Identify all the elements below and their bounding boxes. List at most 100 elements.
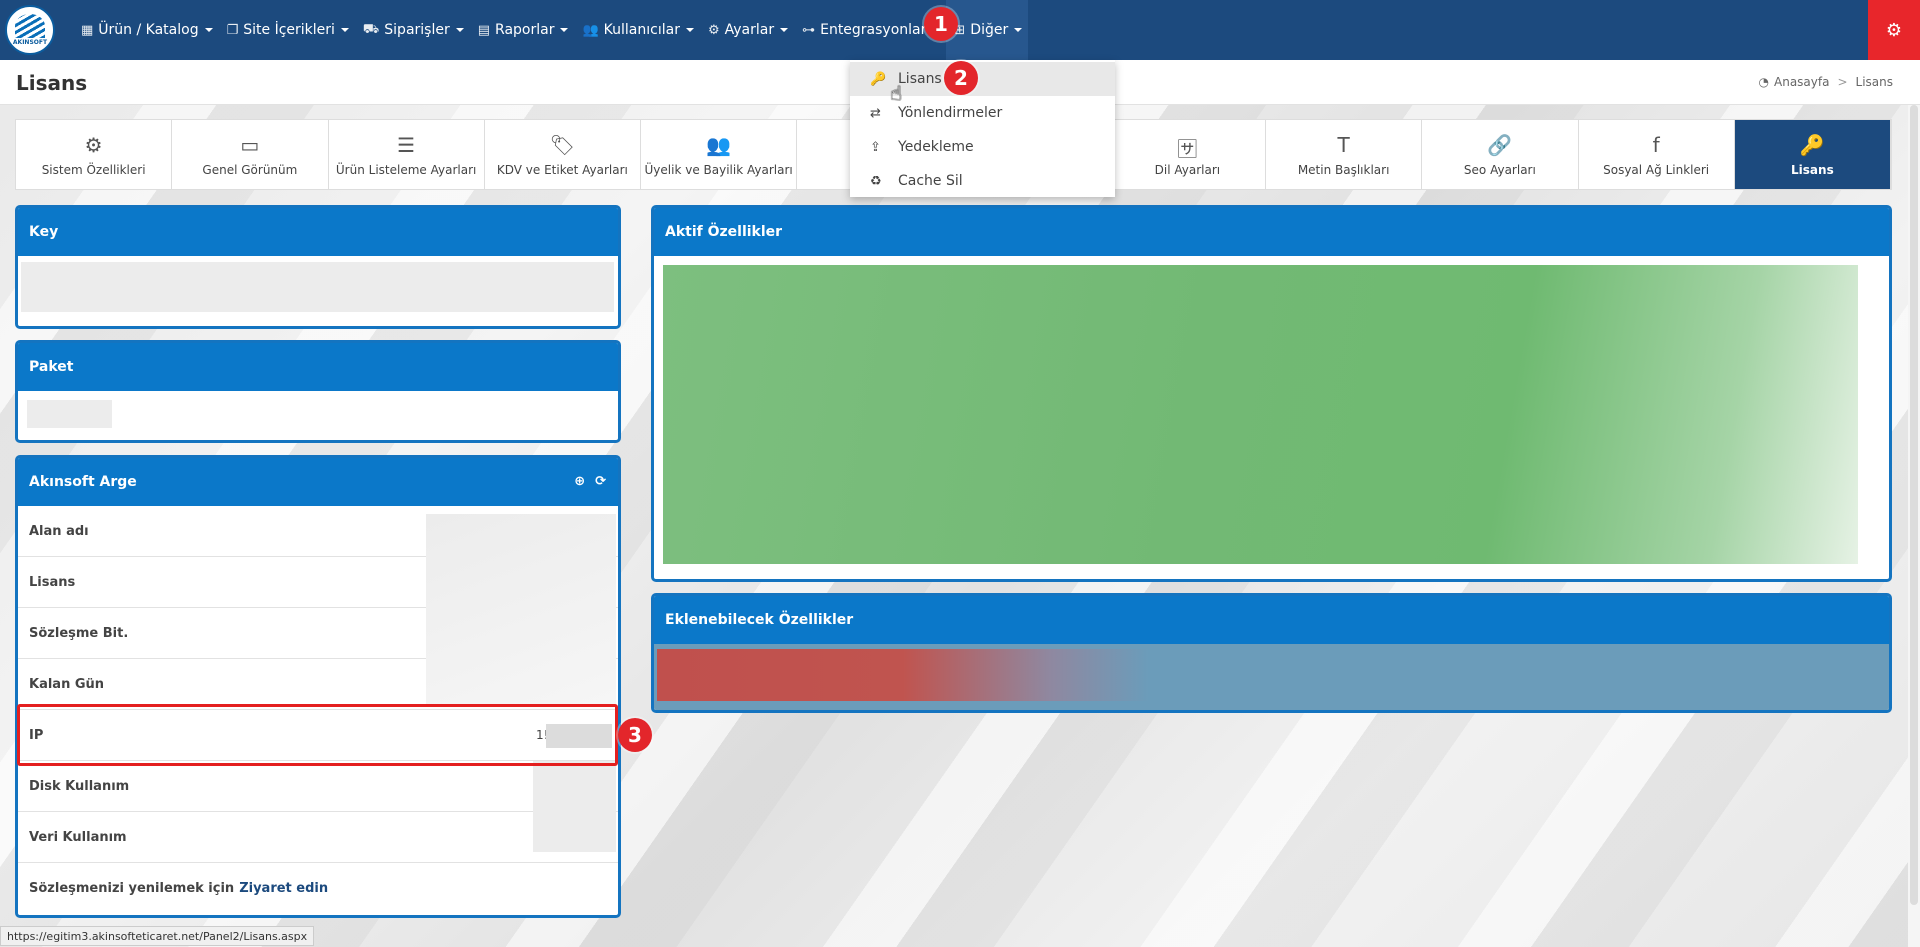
row-label: Alan adı: [29, 523, 89, 539]
nav-item-entegrasyonlar[interactable]: ⊶ Entegrasyonlar: [794, 0, 946, 60]
monitor-icon: ▭: [240, 132, 260, 157]
menu-item-cache-sil[interactable]: ♻ Cache Sil: [850, 164, 1115, 198]
page-scrollbar[interactable]: [1908, 105, 1920, 947]
text-height-icon: T: [1337, 132, 1350, 157]
tab-lisans[interactable]: 🔑 Lisans: [1734, 120, 1891, 189]
tab-sistem-ozellikleri[interactable]: ⚙ Sistem Özellikleri: [16, 120, 173, 189]
tab-genel-gorunum[interactable]: ▭ Genel Görünüm: [172, 120, 329, 189]
breadcrumb-separator: >: [1837, 75, 1848, 89]
tab-label: Sistem Özellikleri: [41, 162, 146, 177]
tab-sosyal-ag[interactable]: f Sosyal Ağ Linkleri: [1579, 120, 1735, 189]
panel-title: Akınsoft Arge: [29, 474, 137, 490]
row-disk-kullanim: Disk Kullanım: [18, 761, 618, 812]
renew-link[interactable]: Ziyaret edin: [239, 881, 328, 896]
breadcrumb-current: Lisans: [1855, 75, 1893, 89]
nav-item-urun-katalog[interactable]: ▦ Ürün / Katalog: [73, 0, 219, 60]
top-navbar: AKINSOFT ▦ Ürün / Katalog ❐ Site İçerikler…: [0, 0, 1920, 60]
aktif-ozellikler-redacted: [663, 265, 1858, 564]
caret-down-icon: [340, 28, 349, 32]
ip-highlight-box: [17, 704, 618, 766]
signs-icon: ⇄: [870, 105, 881, 121]
tab-seo-ayarlari[interactable]: 🔗 Seo Ayarları: [1422, 120, 1579, 189]
nav-label: Kullanıcılar: [603, 22, 680, 38]
panel-title: Key: [18, 208, 618, 256]
caret-down-icon: [685, 28, 694, 32]
nav-item-diger[interactable]: ⊞ Diğer: [946, 0, 1029, 60]
row-label: Disk Kullanım: [29, 778, 130, 794]
nav-item-raporlar[interactable]: ▤ Raporlar: [470, 0, 575, 60]
tab-urun-listeleme[interactable]: ☰ Ürün Listeleme Ayarları: [329, 120, 485, 189]
nav-label: Diğer: [970, 22, 1009, 38]
panel-header: Akınsoft Arge ⊕ ⟳: [18, 458, 618, 506]
panel-title: Eklenebilecek Özellikler: [654, 596, 1889, 644]
tab-label: Genel Görünüm: [202, 162, 298, 177]
step-badge-1: 1: [924, 7, 958, 41]
nav-label: Site İçerikleri: [243, 22, 335, 38]
renew-text: Sözleşmenizi yenilemek için: [29, 881, 235, 896]
row-label: Veri Kullanım: [29, 829, 127, 845]
tab-label: Ürün Listeleme Ayarları: [335, 162, 477, 177]
breadcrumb-home-link[interactable]: Anasayfa: [1774, 75, 1829, 89]
tab-label: KDV ve Etiket Ayarları: [496, 162, 628, 177]
menu-item-yedekleme[interactable]: ⇪ Yedekleme: [850, 130, 1115, 164]
nav-item-ayarlar[interactable]: ⚙ Ayarlar: [700, 0, 794, 60]
dashboard-icon: ◔: [1758, 75, 1769, 89]
upload-icon: ⇪: [870, 139, 881, 155]
row-label: Kalan Gün: [29, 676, 105, 692]
hand-cursor-icon: ☝: [890, 81, 903, 105]
key-panel: Key: [15, 205, 621, 329]
nav-label: Ayarlar: [724, 22, 775, 38]
download-icon[interactable]: ⊕: [574, 474, 585, 489]
tab-uyelik-bayilik[interactable]: 👥 Üyelik ve Bayilik Ayarları: [641, 120, 798, 189]
caret-down-icon: [780, 28, 789, 32]
nav-item-kullanicilar[interactable]: 👥 Kullanıcılar: [574, 0, 699, 60]
facebook-icon: f: [1652, 132, 1660, 157]
sitemap-icon: ⊶: [802, 22, 816, 38]
arge-values-redacted: [426, 514, 616, 706]
gears-icon: ⚙: [1885, 19, 1903, 41]
disk-value-redacted: [533, 761, 616, 812]
logo-text: AKINSOFT: [12, 39, 48, 46]
menu-item-label: Cache Sil: [898, 173, 963, 189]
row-renew: Sözleşmenizi yenilemek için Ziyaret edin: [18, 863, 618, 914]
nav-label: Raporlar: [495, 22, 555, 38]
tab-kdv-etiket[interactable]: 🏷 KDV ve Etiket Ayarları: [485, 120, 641, 189]
key-value-redacted: [21, 262, 614, 312]
refresh-icon[interactable]: ⟳: [595, 474, 606, 489]
truck-icon: ⛟: [362, 21, 380, 37]
caret-down-icon: [1014, 28, 1023, 32]
panel-title: Paket: [18, 343, 618, 391]
logo-mark: [15, 14, 45, 38]
akinsoft-logo[interactable]: AKINSOFT: [5, 5, 55, 55]
recycle-icon: ♻: [870, 173, 882, 189]
nav-item-siparisler[interactable]: ⛟ Siparişler: [355, 0, 470, 60]
tab-dil-ayarlari[interactable]: 🈂 Dil Ayarları: [1110, 120, 1266, 189]
caret-down-icon: [204, 28, 213, 32]
breadcrumb: ◔ Anasayfa > Lisans: [1759, 75, 1893, 89]
paket-panel: Paket: [15, 340, 621, 443]
nav-label: Siparişler: [384, 22, 450, 38]
key-icon: 🔑: [1799, 132, 1825, 157]
tab-label: Sosyal Ağ Linkleri: [1603, 162, 1710, 177]
row-label: Sözleşme Bit.: [29, 625, 129, 641]
page-title: Lisans: [16, 71, 88, 95]
tab-metin-basliklari[interactable]: T Metin Başlıkları: [1266, 120, 1423, 189]
link-icon: 🔗: [1487, 132, 1513, 157]
step-badge-2: 2: [944, 61, 978, 95]
aktif-ozellikler-panel: Aktif Özellikler: [651, 205, 1892, 582]
cubes-icon: ▦: [81, 22, 94, 38]
tab-label: Seo Ayarları: [1463, 162, 1536, 177]
key-icon: 🔑: [870, 71, 887, 87]
users-icon: 👥: [582, 22, 599, 38]
copy-icon: ❐: [226, 22, 239, 38]
settings-button[interactable]: ⚙: [1868, 0, 1920, 60]
file-icon: ▤: [477, 22, 491, 38]
panel-tools: ⊕ ⟳: [574, 474, 606, 489]
tab-label: Dil Ayarları: [1154, 162, 1221, 177]
nav-item-site-icerikleri[interactable]: ❐ Site İçerikleri: [219, 0, 355, 60]
scrollbar-thumb[interactable]: [1910, 105, 1918, 905]
tab-label: Üyelik ve Bayilik Ayarları: [644, 162, 793, 177]
caret-down-icon: [455, 28, 464, 32]
paket-value-redacted: [27, 400, 112, 428]
tab-label: Lisans: [1791, 162, 1834, 177]
